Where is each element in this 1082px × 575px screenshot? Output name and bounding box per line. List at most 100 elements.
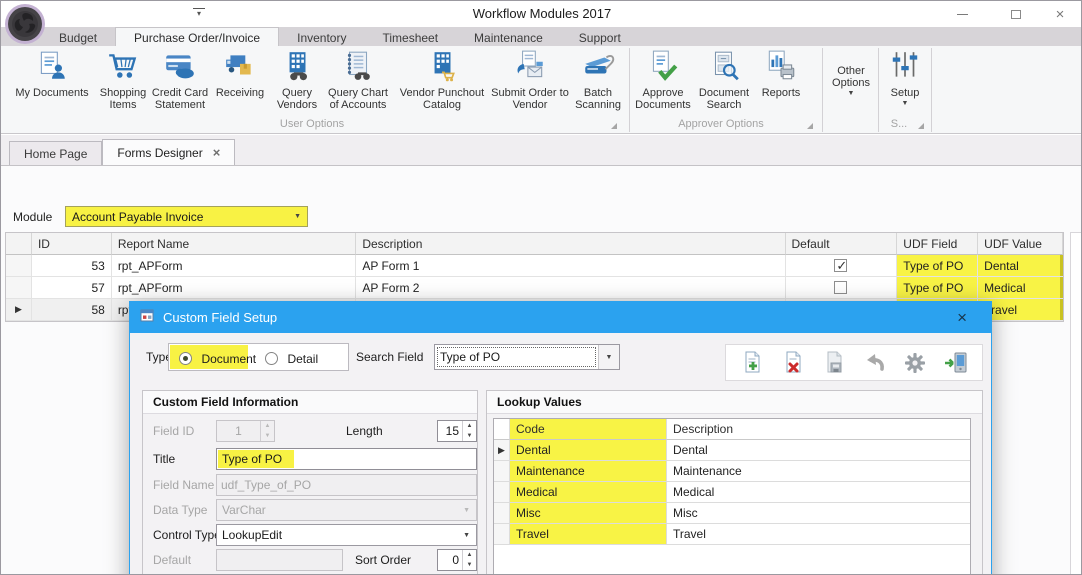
query-vendors-button[interactable]: Query Vendors (269, 49, 325, 117)
ribbon-tab-maintenance[interactable]: Maintenance (456, 27, 561, 46)
credit-card-statement-button[interactable]: Credit Card Statement (149, 49, 211, 117)
query-chart-of-accounts-button[interactable]: Query Chart of Accounts (325, 49, 391, 117)
setup-dialog-launcher-icon[interactable] (918, 123, 924, 129)
tab-forms-designer[interactable]: Forms Designer × (102, 139, 235, 165)
column-header-id[interactable]: ID (32, 233, 112, 255)
module-label: Module (13, 210, 52, 224)
column-header-default[interactable]: Default (786, 233, 898, 255)
vertical-scrollbar[interactable] (1070, 232, 1082, 575)
list-item[interactable]: Travel Travel (494, 524, 970, 545)
document-search-button[interactable]: Document Search (693, 49, 755, 117)
user-options-dialog-launcher-icon[interactable] (611, 123, 617, 129)
tab-close-icon[interactable]: × (213, 148, 221, 158)
column-header-description[interactable]: Description (356, 233, 785, 255)
chevron-down-icon: ▼ (457, 532, 476, 539)
list-item-selected[interactable]: ▶ Dental Dental (494, 440, 970, 461)
module-dropdown[interactable]: Account Payable Invoice ▼ (65, 206, 308, 227)
dialog-title: Custom Field Setup (163, 310, 277, 325)
control-type-label: Control Type (153, 528, 221, 542)
forms-grid-header: ID Report Name Description Default UDF F… (6, 233, 1063, 255)
length-label: Length (346, 424, 383, 438)
default-checkbox-unchecked[interactable] (834, 281, 847, 294)
spinner-up-icon[interactable]: ▲ (463, 550, 476, 560)
save-record-icon[interactable] (817, 348, 851, 378)
window-close-button[interactable]: × (1043, 5, 1077, 23)
search-field-combo[interactable]: Type of PO ▼ (434, 344, 620, 370)
lookup-values-heading: Lookup Values (487, 391, 982, 414)
ribbon-group-separator (931, 48, 932, 132)
radio-document[interactable]: Document (179, 350, 256, 368)
app-window: Workflow Modules 2017 ▾ × Budget Purchas… (0, 0, 1082, 575)
sort-order-spinner[interactable]: 0 ▲▼ (437, 549, 477, 571)
sliders-icon (888, 49, 922, 86)
custom-field-information-heading: Custom Field Information (143, 391, 477, 414)
column-header-code[interactable]: Code (510, 419, 667, 440)
chart-printer-icon (764, 49, 798, 86)
lookup-values-grid: Code Description ▶ Dental Dental Mainten… (493, 418, 971, 575)
ribbon-tab-budget[interactable]: Budget (41, 27, 115, 46)
approver-options-dialog-launcher-icon[interactable] (807, 123, 813, 129)
title-bar: Workflow Modules 2017 (1, 1, 1082, 27)
tab-home-page[interactable]: Home Page (9, 141, 102, 165)
spinner-up-icon[interactable]: ▲ (463, 421, 476, 431)
table-row[interactable]: 57 rpt_APForm AP Form 2 Type of PO Medic… (6, 277, 1063, 299)
app-logo-icon[interactable] (4, 3, 46, 45)
radio-detail[interactable]: Detail (265, 350, 318, 368)
shopping-cart-icon (106, 49, 140, 86)
row-indicator-header (6, 233, 32, 255)
submit-order-to-vendor-button[interactable]: Submit Order to Vendor (491, 49, 569, 117)
batch-scanning-button[interactable]: Batch Scanning (569, 49, 627, 117)
title-input[interactable]: Type of PO (216, 448, 477, 470)
reports-button[interactable]: Reports (755, 49, 807, 117)
column-header-report-name[interactable]: Report Name (112, 233, 357, 255)
control-type-dropdown[interactable]: LookupEdit ▼ (216, 524, 477, 546)
type-radio-group: Document Detail (168, 343, 349, 371)
length-spinner[interactable]: 15 ▲▼ (437, 420, 477, 442)
list-item[interactable]: Maintenance Maintenance (494, 461, 970, 482)
ribbon-tab-timesheet[interactable]: Timesheet (364, 27, 456, 46)
settings-gear-icon[interactable] (898, 348, 932, 378)
default-checkbox-checked[interactable] (834, 259, 847, 272)
document-tab-strip: Home Page Forms Designer × (1, 139, 1082, 165)
minimize-button[interactable] (945, 5, 979, 23)
ribbon: My Documents Shopping Items Credit Card … (1, 46, 1082, 134)
chevron-down-icon: ▼ (848, 90, 855, 97)
ribbon-tab-purchase-order-invoice[interactable]: Purchase Order/Invoice (115, 27, 279, 46)
data-type-dropdown: VarChar ▼ (216, 499, 477, 521)
other-options-button[interactable]: Other Options ▼ (824, 49, 878, 117)
my-documents-button[interactable]: My Documents (7, 49, 97, 117)
spinner-down-icon[interactable]: ▼ (463, 560, 476, 570)
maximize-button[interactable] (999, 5, 1033, 23)
delete-record-icon[interactable] (776, 348, 810, 378)
ribbon-group-label-user-options: User Options (7, 116, 617, 132)
document-user-icon (35, 49, 69, 86)
close-icon: × (1056, 6, 1065, 23)
quick-access-customize-icon[interactable]: ▾ (193, 8, 205, 18)
vendor-punchout-catalog-button[interactable]: Vendor Punchout Catalog (393, 49, 491, 117)
setup-button[interactable]: Setup ▼ (880, 49, 930, 117)
list-item[interactable]: Medical Medical (494, 482, 970, 503)
dialog-title-bar[interactable]: Custom Field Setup × (130, 302, 991, 333)
lookup-values-group: Lookup Values Code Description ▶ Dental … (486, 390, 983, 575)
shopping-items-button[interactable]: Shopping Items (97, 49, 149, 117)
add-record-icon[interactable] (735, 348, 769, 378)
undo-icon[interactable] (857, 348, 891, 378)
cabinet-search-icon (707, 49, 741, 86)
dialog-close-icon[interactable]: × (943, 309, 981, 326)
ribbon-group-label-approver-options: Approver Options (633, 116, 809, 132)
column-header-description[interactable]: Description (667, 419, 970, 440)
chevron-down-icon: ▼ (294, 213, 301, 220)
search-field-label: Search Field (356, 350, 423, 364)
spinner-down-icon: ▼ (261, 431, 274, 441)
approve-documents-button[interactable]: Approve Documents (633, 49, 693, 117)
column-header-udf-value[interactable]: UDF Value (978, 233, 1063, 255)
ribbon-tab-inventory[interactable]: Inventory (279, 27, 364, 46)
ribbon-tab-support[interactable]: Support (561, 27, 639, 46)
exit-icon[interactable] (939, 348, 973, 378)
ribbon-group-label-setup: S... (880, 116, 918, 132)
receiving-button[interactable]: Receiving (211, 49, 269, 117)
table-row[interactable]: 53 rpt_APForm AP Form 1 Type of PO Denta… (6, 255, 1063, 277)
list-item[interactable]: Misc Misc (494, 503, 970, 524)
column-header-udf-field[interactable]: UDF Field (897, 233, 978, 255)
spinner-down-icon[interactable]: ▼ (463, 431, 476, 441)
